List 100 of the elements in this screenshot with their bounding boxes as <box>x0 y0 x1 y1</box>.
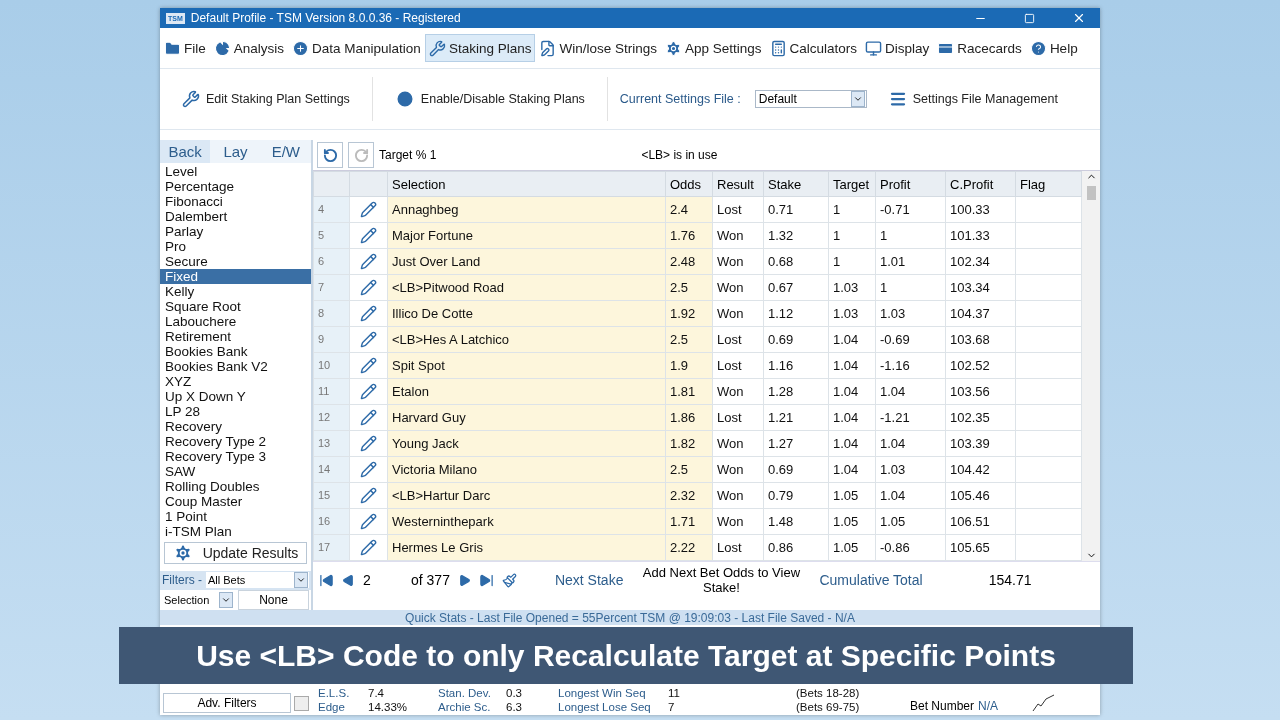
plan-item[interactable]: Coup Master <box>160 493 311 509</box>
adv-filters-button[interactable]: Adv. Filters <box>163 693 291 713</box>
pencil-icon[interactable] <box>360 201 377 218</box>
first-icon[interactable] <box>319 572 334 588</box>
selection-filter-value[interactable]: None <box>238 590 309 610</box>
cumulative-value: 154.71 <box>988 572 1032 588</box>
plan-item[interactable]: Up X Down Y <box>160 388 311 404</box>
stat-label: Stan. Dev. <box>438 687 492 699</box>
pencil-icon[interactable] <box>360 487 377 504</box>
table-cell: 102.52 <box>945 352 1016 379</box>
next-icon[interactable] <box>457 573 471 587</box>
settings-management-button[interactable]: Settings File Management <box>866 77 1080 121</box>
menu-tab[interactable]: Staking Plans <box>424 34 536 62</box>
plan-item[interactable]: Recovery Type 3 <box>160 448 311 464</box>
cumulative-label: Cumulative Total <box>819 572 923 588</box>
pencil-icon[interactable] <box>360 513 377 530</box>
column-header[interactable]: Result <box>712 171 764 197</box>
row-number: 15 <box>313 482 350 509</box>
plan-item[interactable]: SAW <box>160 463 311 479</box>
settings-file-dropdown[interactable]: Default <box>754 90 867 108</box>
plan-item[interactable]: Parlay <box>160 223 311 239</box>
plan-item[interactable]: Recovery <box>160 418 311 434</box>
plan-item[interactable]: Percentage <box>160 178 311 194</box>
menu-tab[interactable]: Racecards <box>933 34 1026 62</box>
pencil-icon[interactable] <box>360 279 377 296</box>
row-number: 5 <box>313 222 350 249</box>
scroll-thumb[interactable] <box>1086 186 1096 200</box>
plan-type-tab[interactable]: Back <box>160 140 211 163</box>
pencil-icon[interactable] <box>360 461 377 478</box>
plan-item[interactable]: XYZ <box>160 373 311 389</box>
row-number: 13 <box>313 430 350 457</box>
filters-dropdown[interactable]: All Bets <box>206 572 309 589</box>
plan-item[interactable]: Fixed <box>160 268 311 284</box>
plan-item[interactable]: Fibonacci <box>160 193 311 209</box>
plan-item[interactable]: Level <box>160 163 311 179</box>
plan-item[interactable]: Retirement <box>160 328 311 344</box>
plan-item[interactable]: 1 Point <box>160 508 311 524</box>
stat-label: E.L.S. <box>318 687 351 699</box>
video-caption: Use <LB> Code to only Recalculate Target at Specific Points <box>119 627 1133 684</box>
plan-item[interactable]: LP 28 <box>160 403 311 419</box>
pencil-icon[interactable] <box>360 383 377 400</box>
enable-plans-button[interactable]: Enable/Disable Staking Plans <box>372 77 608 121</box>
column-header[interactable]: Target <box>828 171 876 197</box>
pie-chart-icon <box>213 39 231 57</box>
table-cell: Harvard Guy <box>387 404 666 431</box>
menu-tab[interactable]: Win/lose Strings <box>535 34 661 62</box>
row-number: 16 <box>313 508 350 535</box>
quick-stats-bar[interactable]: Quick Stats - Last File Opened = 55Percent TSM @ 19:09:03 - Last File Saved - N/A <box>160 610 1100 625</box>
plan-item[interactable]: Labouchere <box>160 313 311 329</box>
pencil-icon[interactable] <box>360 331 377 348</box>
table-cell: Victoria Milano <box>387 456 666 483</box>
edit-settings-button[interactable]: Edit Staking Plan Settings <box>160 77 373 121</box>
column-header[interactable]: C.Profit <box>945 171 1016 197</box>
previous-icon[interactable] <box>342 573 355 587</box>
plan-type-tab[interactable]: Lay <box>210 140 261 163</box>
menu-tab[interactable]: File <box>160 34 210 62</box>
maximize-icon[interactable] <box>1024 12 1035 24</box>
plan-type-tab[interactable]: E/W <box>260 140 311 163</box>
pencil-icon[interactable] <box>360 357 377 374</box>
row-number: 12 <box>313 404 350 431</box>
menu-tab[interactable]: Calculators <box>765 34 862 62</box>
menu-tab[interactable]: Analysis <box>209 34 289 62</box>
stat-label: Edge <box>318 701 346 713</box>
plan-item[interactable]: Recovery Type 2 <box>160 433 311 449</box>
brush-icon[interactable] <box>501 572 517 588</box>
menu-tab[interactable]: App Settings <box>661 34 766 62</box>
menu-tab[interactable]: Help <box>1025 34 1082 62</box>
pencil-icon[interactable] <box>360 305 377 322</box>
plan-item[interactable]: Kelly <box>160 283 311 299</box>
update-results-button[interactable]: Update Results <box>164 541 307 564</box>
plan-item[interactable]: i-TSM Plan <box>160 523 311 539</box>
pencil-icon[interactable] <box>360 435 377 452</box>
undo-icon[interactable] <box>322 147 338 163</box>
selection-dropdown[interactable]: Selection <box>162 592 234 608</box>
table-cell: 106.51 <box>945 508 1016 535</box>
row-number: 11 <box>313 378 350 405</box>
plan-item[interactable]: Rolling Doubles <box>160 478 311 494</box>
last-icon[interactable] <box>478 572 494 588</box>
column-header[interactable]: Profit <box>875 171 946 197</box>
plan-item[interactable]: Pro <box>160 238 311 254</box>
column-header[interactable]: Odds <box>665 171 713 197</box>
pencil-icon[interactable] <box>360 253 377 270</box>
page-number[interactable]: 2 <box>363 572 403 588</box>
plan-item[interactable]: Bookies Bank <box>160 343 311 359</box>
checkbox[interactable] <box>294 695 309 711</box>
pencil-icon[interactable] <box>360 227 377 244</box>
scrollbar[interactable] <box>1082 171 1100 561</box>
plan-item[interactable]: Dalembert <box>160 208 311 224</box>
pencil-icon[interactable] <box>360 409 377 426</box>
plan-item[interactable]: Square Root <box>160 298 311 314</box>
plan-item[interactable]: Bookies Bank V2 <box>160 358 311 374</box>
column-header[interactable]: Selection <box>387 171 666 197</box>
column-header[interactable]: Flag <box>1015 171 1082 197</box>
column-header[interactable]: Stake <box>763 171 829 197</box>
table-cell: 1.04 <box>875 378 946 405</box>
menu-tab[interactable]: Data Manipulation <box>288 34 425 62</box>
pencil-icon[interactable] <box>360 539 377 556</box>
stat-label: Longest Win Seq <box>558 687 647 699</box>
plan-item[interactable]: Secure <box>160 253 311 269</box>
menu-tab[interactable]: Display <box>861 34 934 62</box>
